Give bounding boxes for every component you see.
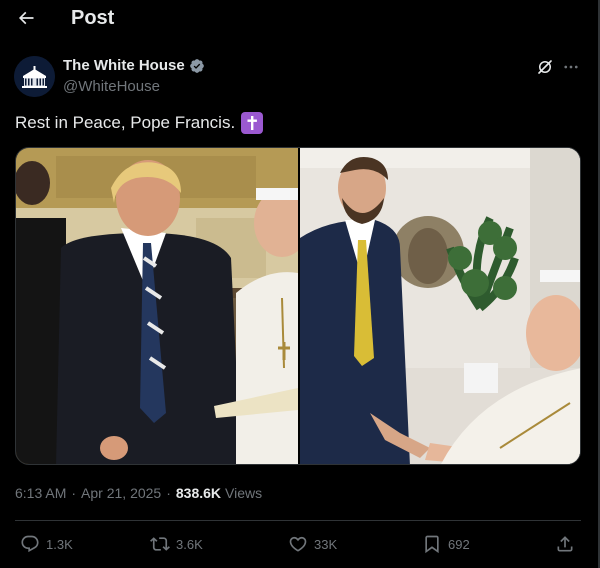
views-count: 838.6K [175,485,222,501]
top-bar: Post [0,0,598,38]
bookmark-count: 692 [448,536,470,552]
back-button[interactable] [14,7,38,29]
grok-button[interactable] [536,58,554,76]
bookmark-button[interactable]: 692 [422,530,470,558]
post-text: Rest in Peace, Pope Francis. [15,113,236,132]
author-handle[interactable]: @WhiteHouse [63,78,160,95]
photo-right-image [300,148,580,464]
more-icon [564,65,578,69]
meta-separator: · [166,485,171,501]
like-button[interactable]: 33K [288,530,337,558]
photo-left-image [16,148,298,464]
views-label: Views [225,485,263,501]
share-icon [557,536,573,552]
divider [15,520,581,521]
author-name[interactable]: The White House [63,57,185,74]
white-house-logo [14,56,55,97]
verified-badge-icon [189,58,204,73]
more-button[interactable] [562,58,580,76]
grok-icon [538,60,552,74]
cross-emoji-icon [241,112,264,134]
photo-left[interactable] [16,148,298,464]
repost-button[interactable]: 3.6K [150,530,203,558]
repost-count: 3.6K [176,536,203,552]
back-arrow-icon [18,11,34,25]
meta-separator: · [71,485,77,501]
reply-count: 1.3K [46,536,73,552]
photo-right[interactable] [300,148,580,464]
post-date[interactable]: Apr 21, 2025 [81,485,161,501]
like-count: 33K [314,536,338,552]
bookmark-icon [425,535,439,554]
post-text-row: Rest in Peace, Pope Francis. [15,112,264,134]
like-icon [289,536,307,552]
author-name-row: The White House [63,57,205,74]
page-title: Post [71,7,115,29]
action-bar: 1.3K 3.6K 33K 692 [0,530,598,558]
share-button[interactable] [555,530,575,558]
post-media [15,147,581,465]
post-meta: 6:13 AM · Apr 21, 2025 · 838.6K Views [15,485,262,501]
reply-button[interactable]: 1.3K [20,530,73,558]
reply-icon [21,535,39,553]
post-time[interactable]: 6:13 AM [15,485,66,501]
repost-icon [150,537,170,551]
avatar[interactable] [14,56,55,97]
